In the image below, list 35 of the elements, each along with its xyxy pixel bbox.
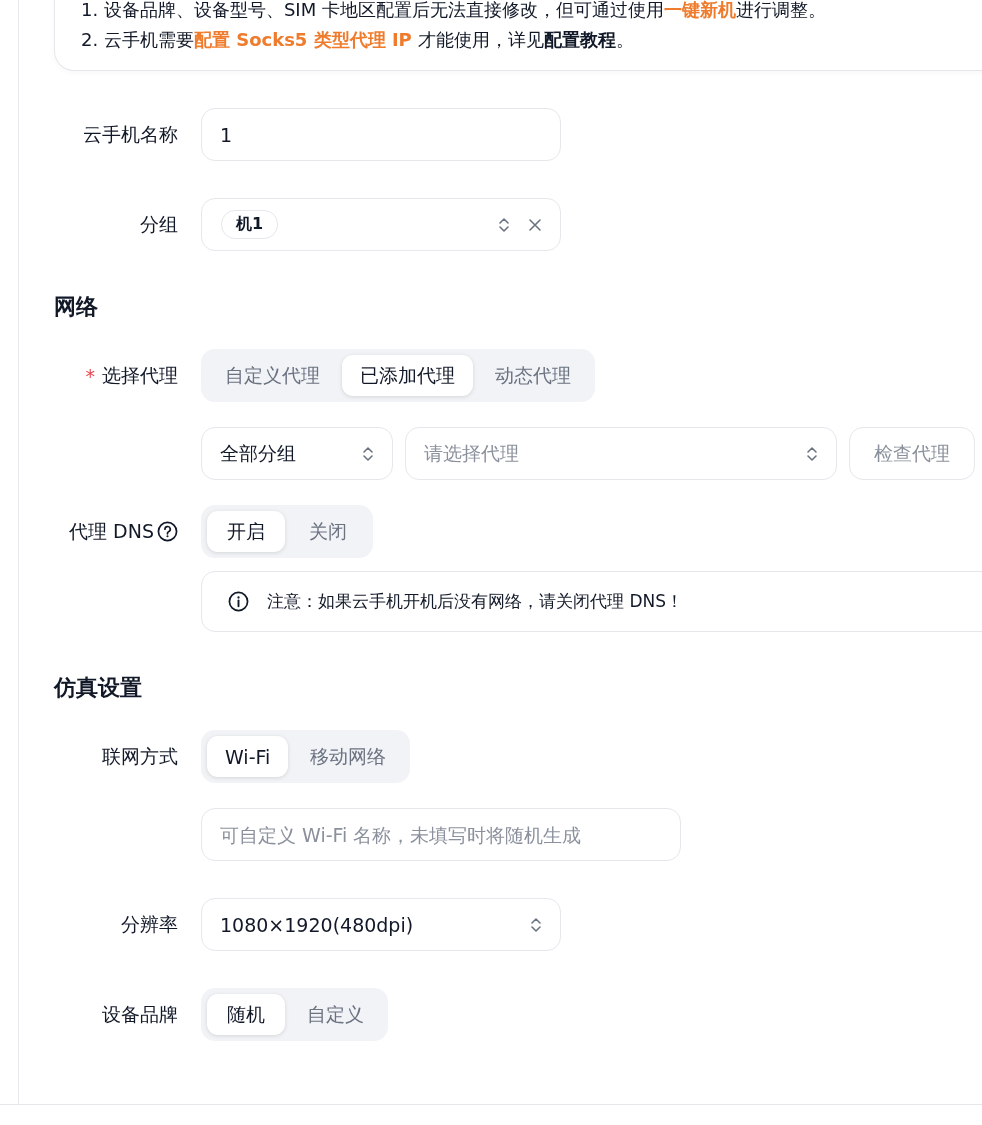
chevron-updown-icon xyxy=(498,215,510,234)
field-label: 云手机名称 xyxy=(83,121,178,147)
help-icon[interactable] xyxy=(157,521,178,542)
required-mark: * xyxy=(85,364,95,387)
field-label: 代理 DNS xyxy=(69,518,154,544)
segment-option[interactable]: 关闭 xyxy=(289,511,367,552)
segment-option[interactable]: 随机 xyxy=(207,994,285,1035)
alert-text: 注意：如果云手机开机后没有网络，请关闭代理 DNS！ xyxy=(267,590,683,613)
notice-line: 2. 云手机需要配置 Socks5 类型代理 IP 才能使用，详见配置教程。 xyxy=(81,28,635,52)
segment-option[interactable]: 已添加代理 xyxy=(342,355,473,396)
section-heading: 网络 xyxy=(54,294,99,320)
segment-option[interactable]: 移动网络 xyxy=(292,736,405,777)
segment-option[interactable]: 动态代理 xyxy=(477,355,589,396)
segment-option[interactable]: 开启 xyxy=(207,511,285,552)
text-field[interactable]: 可自定义 Wi-Fi 名称，未填写时将随机生成 xyxy=(201,808,681,861)
clear-icon[interactable] xyxy=(528,217,542,232)
chevron-updown-icon xyxy=(362,444,374,463)
chevron-updown-icon xyxy=(806,444,818,463)
section-heading: 仿真设置 xyxy=(54,675,143,701)
field-label: 选择代理 xyxy=(102,362,178,388)
text-field[interactable]: 1 xyxy=(201,108,561,161)
field-label: 分辨率 xyxy=(121,911,178,937)
segment-option[interactable]: 自定义 xyxy=(289,994,382,1035)
field-label: 分组 xyxy=(140,211,178,237)
info-icon xyxy=(228,591,249,612)
field-label: 联网方式 xyxy=(102,743,178,769)
chevron-updown-icon xyxy=(530,915,542,934)
segment-option[interactable]: Wi-Fi xyxy=(207,736,289,777)
group-tag: 机1 xyxy=(221,210,279,239)
select-field[interactable]: 1080×1920(480dpi) xyxy=(201,898,561,951)
notice-line: 1. 设备品牌、设备型号、SIM 卡地区配置后无法直接修改，但可通过使用一键新机进行调整。 xyxy=(81,0,827,22)
group-select[interactable]: 机1 xyxy=(201,198,561,251)
field-label: 设备品牌 xyxy=(102,1001,178,1027)
segment-option[interactable]: 自定义代理 xyxy=(207,355,338,396)
select-field[interactable]: 全部分组 xyxy=(201,427,393,480)
